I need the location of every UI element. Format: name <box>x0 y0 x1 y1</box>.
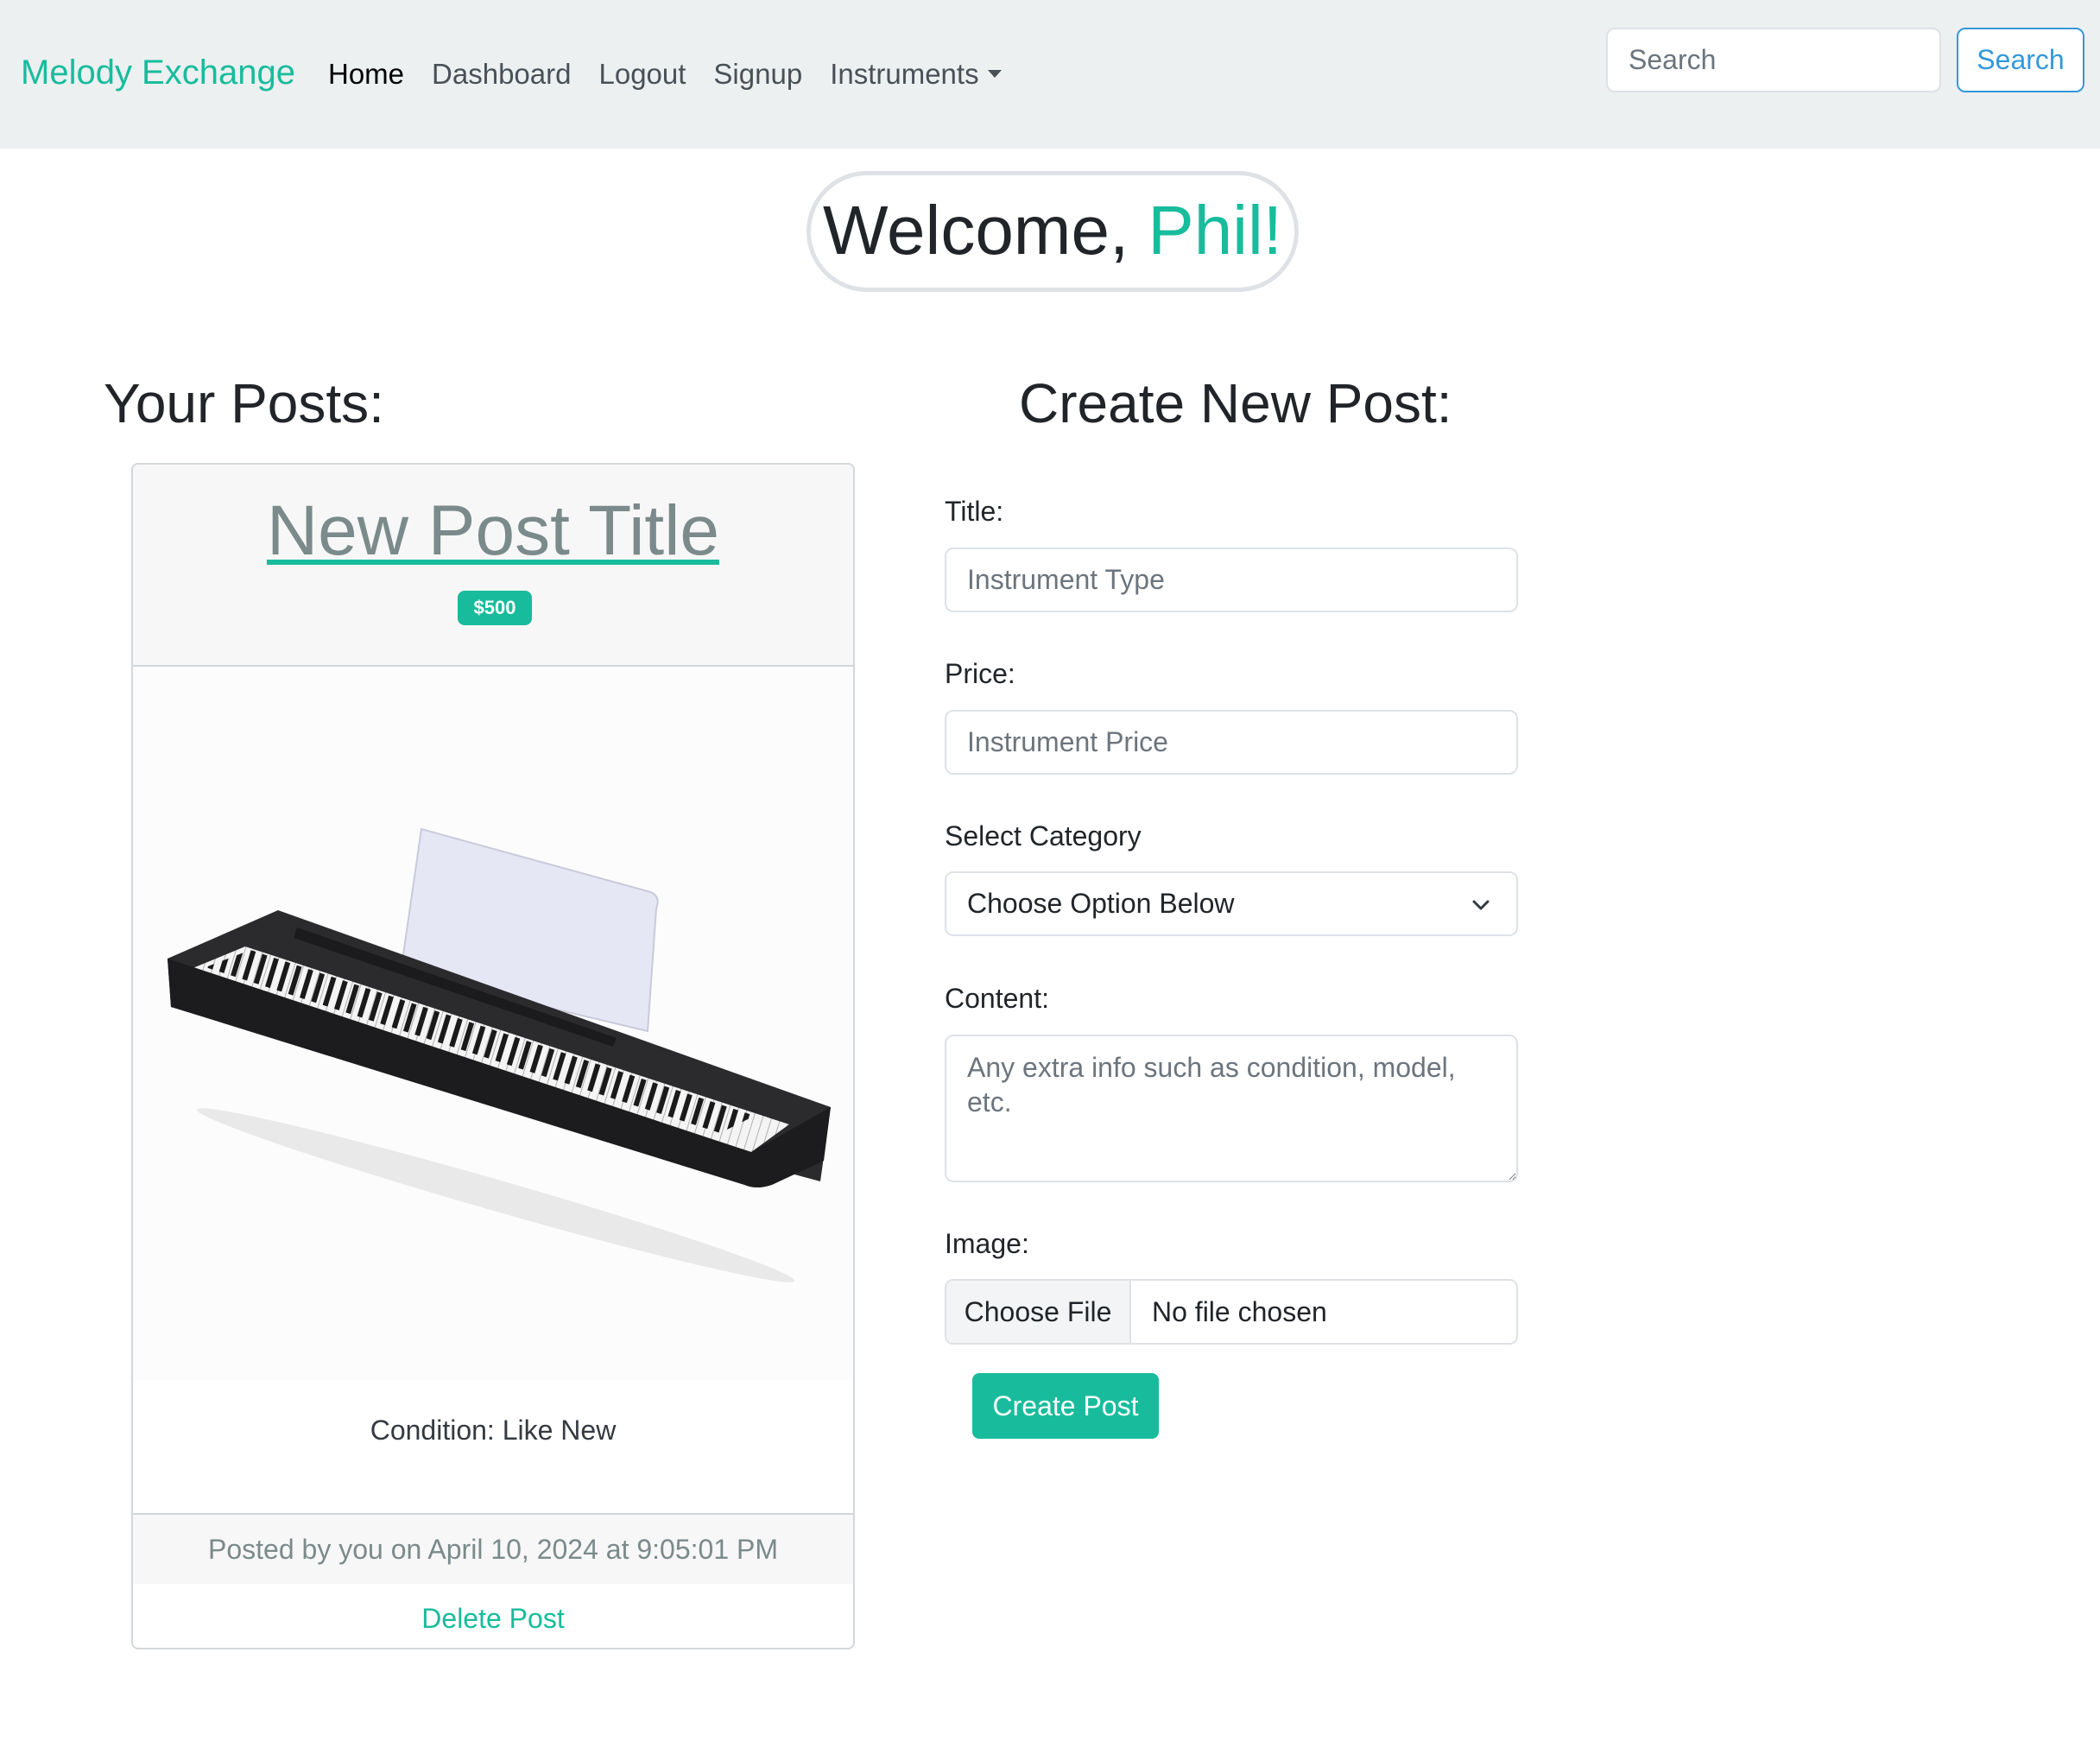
your-posts-heading: Your Posts: <box>104 372 384 434</box>
price-input[interactable] <box>945 710 1518 775</box>
title-input[interactable] <box>945 548 1518 612</box>
nav-instruments-label: Instruments <box>830 58 979 90</box>
caret-down-icon <box>987 69 1002 78</box>
brand-link[interactable]: Melody Exchange <box>21 50 295 95</box>
category-select[interactable]: Choose Option Below <box>945 871 1518 936</box>
file-status: No file chosen <box>1152 1296 1327 1327</box>
nav-logout[interactable]: Logout <box>598 52 686 97</box>
digital-piano-image <box>133 668 853 1380</box>
create-post-heading: Create New Post: <box>1019 372 1452 434</box>
nav-instruments-dropdown[interactable]: Instruments <box>830 52 1002 97</box>
image-file-input[interactable]: Choose File No file chosen <box>945 1279 1518 1345</box>
search-input[interactable] <box>1606 28 1941 92</box>
image-label: Image: <box>945 1228 1029 1259</box>
search-button[interactable]: Search <box>1957 28 2084 92</box>
category-label: Select Category <box>945 820 1142 852</box>
content-textarea[interactable] <box>945 1035 1518 1182</box>
price-badge: $500 <box>458 591 532 625</box>
post-title-link[interactable]: New Post Title <box>133 484 853 579</box>
nav-links: Home Dashboard Logout Signup Instruments <box>328 52 1002 97</box>
delete-post-link[interactable]: Delete Post <box>133 1584 853 1648</box>
choose-file-button[interactable]: Choose File <box>946 1281 1131 1343</box>
nav-signup[interactable]: Signup <box>713 52 802 97</box>
create-post-button[interactable]: Create Post <box>972 1373 1159 1439</box>
category-selected-value: Choose Option Below <box>967 888 1235 919</box>
title-label: Title: <box>945 496 1004 527</box>
welcome-banner: Welcome, Phil! <box>806 171 1299 292</box>
content-label: Content: <box>945 983 1049 1014</box>
post-card-header: New Post Title $500 <box>133 465 853 667</box>
chevron-down-icon <box>1472 900 1490 910</box>
nav-dashboard[interactable]: Dashboard <box>432 52 571 97</box>
welcome-greeting: Welcome, <box>822 192 1148 269</box>
price-label: Price: <box>945 658 1015 689</box>
piano-illustration <box>168 827 831 1282</box>
post-meta: Posted by you on April 10, 2024 at 9:05:… <box>133 1513 853 1584</box>
post-condition: Condition: Like New <box>370 1415 617 1446</box>
navbar: Melody Exchange Home Dashboard Logout Si… <box>0 0 2100 149</box>
nav-home[interactable]: Home <box>328 52 404 97</box>
welcome-username: Phil! <box>1148 192 1283 269</box>
post-card: New Post Title $500 Condition: Like New … <box>131 463 855 1649</box>
